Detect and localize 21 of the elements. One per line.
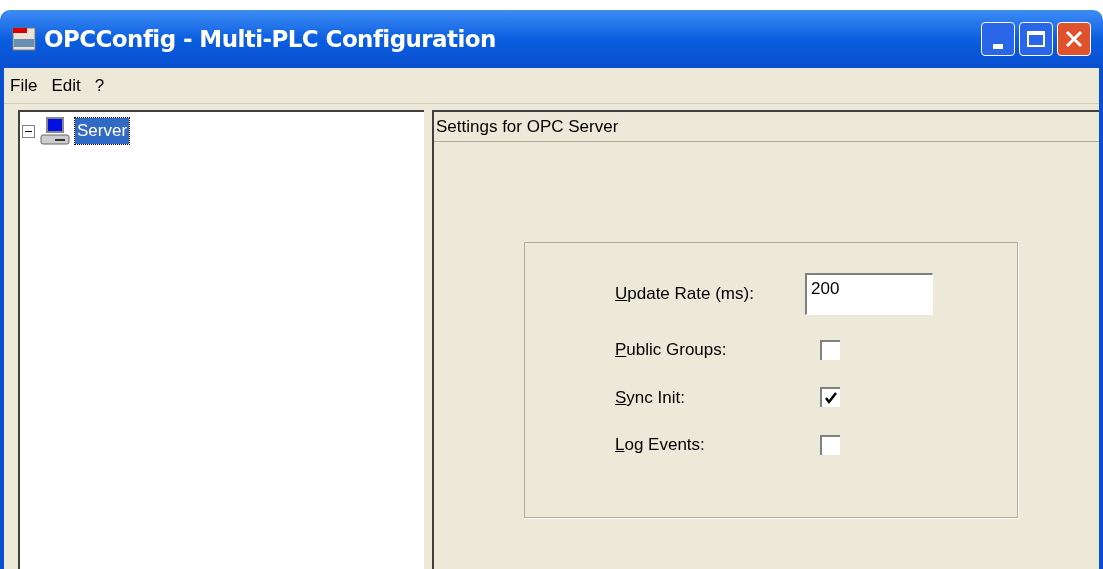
setting-label: Sync Init: bbox=[615, 386, 686, 409]
checkbox[interactable] bbox=[820, 387, 840, 408]
setting-label: Update Rate (ms): bbox=[615, 283, 755, 306]
update-rate-field[interactable]: 200 bbox=[805, 273, 933, 315]
close-icon bbox=[1064, 29, 1084, 49]
checkbox[interactable] bbox=[820, 339, 840, 360]
tree-item[interactable]: Server bbox=[75, 118, 130, 144]
window-title: OPCConfig - Multi-PLC Configuration bbox=[44, 24, 496, 54]
computer-icon bbox=[39, 116, 71, 146]
minimize-button[interactable] bbox=[981, 22, 1015, 56]
menu-item[interactable]: ? bbox=[92, 72, 107, 99]
app-icon bbox=[12, 27, 36, 51]
menu-item[interactable]: Edit bbox=[49, 72, 83, 99]
collapse-icon[interactable] bbox=[22, 124, 35, 138]
setting-label: Public Groups: bbox=[615, 339, 728, 361]
checkbox[interactable] bbox=[820, 434, 840, 455]
panel-header: Settings for OPC Server bbox=[436, 115, 619, 138]
setting-label: Log Events: bbox=[615, 434, 706, 456]
maximize-button[interactable] bbox=[1019, 22, 1053, 56]
menu-item[interactable]: File bbox=[8, 72, 40, 99]
close-button[interactable] bbox=[1057, 22, 1091, 56]
